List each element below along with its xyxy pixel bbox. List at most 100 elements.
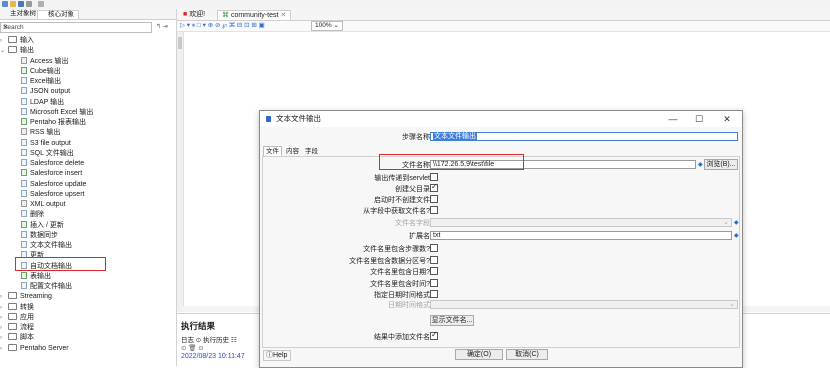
vertical-scrollbar[interactable]	[177, 32, 184, 312]
step-icon	[21, 128, 27, 136]
execution-tools[interactable]: ⊙ 🗑 ⊙	[181, 344, 204, 352]
tree-item[interactable]: 文本文件输出	[21, 241, 72, 251]
option-checkbox[interactable]	[430, 290, 438, 298]
option-checkbox[interactable]	[430, 267, 438, 275]
option-label: 文件名里包含日期?	[370, 269, 430, 276]
tab-content[interactable]: 内容	[286, 147, 299, 156]
tree-category[interactable]: › 脚本	[0, 333, 34, 343]
tree-item[interactable]: Salesforce update	[21, 179, 86, 190]
tab-fields[interactable]: 字段	[305, 147, 318, 156]
tree-item[interactable]: Salesforce delete	[21, 159, 84, 169]
tree-item[interactable]: 表输出	[21, 271, 51, 282]
tab-welcome[interactable]: ■ 欢迎!	[179, 10, 209, 19]
tab-core-objects[interactable]: 核心对象	[37, 10, 79, 19]
close-tab-icon[interactable]: ✕	[280, 12, 286, 19]
folder-icon	[8, 46, 17, 54]
tab-main-object-tree[interactable]: 主对象树	[0, 10, 40, 18]
tree-item[interactable]: XML output	[21, 200, 66, 210]
tree-label: JSON output	[30, 88, 71, 96]
step-icon	[21, 97, 27, 105]
scroll-thumb[interactable]	[178, 37, 182, 49]
maximize-button[interactable]: ☐	[688, 111, 710, 127]
run-controls-icon[interactable]: ▷ ▾ ⏸ □ ▾ ⊕ ⊘ ℘ ⌘ ⊟ ⊡ ⊞ ▣	[180, 21, 265, 30]
tree-category[interactable]: › 输入	[0, 36, 34, 46]
collapse-icon[interactable]: ›	[0, 344, 6, 354]
option-checkbox[interactable]	[430, 182, 438, 192]
tree-item[interactable]: Salesforce upsert	[21, 189, 85, 200]
tree-label: 删除	[30, 211, 44, 219]
left-panel: 主对象树 核心对象 Search ✕ ↰ ⇥ › 输入 ⌄ 输出 Access 输出 Cu…	[0, 9, 177, 366]
save-icon[interactable]	[18, 1, 24, 7]
tab-file[interactable]: 文件	[263, 146, 282, 156]
step-icon	[21, 169, 27, 177]
collapse-icon[interactable]: ›	[0, 36, 6, 46]
tree-item[interactable]: Pentaho 报表输出	[21, 118, 86, 128]
tree-item[interactable]: Cube输出	[21, 66, 61, 77]
option-label: 启动时不创建文件	[374, 197, 430, 204]
collapse-icon[interactable]: ›	[0, 313, 6, 323]
open-folder-icon[interactable]	[10, 1, 16, 7]
tree-item[interactable]: Access 输出	[21, 56, 69, 67]
tree-label: Pentaho Server	[20, 344, 69, 352]
tree-item[interactable]: Microsoft Excel 输出	[21, 107, 93, 118]
add-filenames-label: 结果中添加文件名	[374, 334, 430, 341]
tree-item[interactable]: LDAP 输出	[21, 97, 64, 108]
minimize-button[interactable]: —	[662, 111, 684, 127]
tree-category[interactable]: › Streaming	[0, 292, 52, 302]
search-input[interactable]: Search ✕	[0, 22, 152, 33]
tree-item[interactable]: JSON output	[21, 87, 70, 97]
perspective-icon[interactable]	[38, 1, 44, 7]
variable-icon-3: ◆	[734, 233, 739, 239]
option-checkbox[interactable]	[430, 195, 438, 203]
tree-item[interactable]: 数据同步	[21, 230, 58, 241]
filename-field-select[interactable]: ⌄	[430, 218, 732, 227]
option-checkbox[interactable]	[430, 255, 438, 264]
save-as-icon[interactable]	[26, 1, 32, 7]
dialog-titlebar: 文本文件输出 — ☐ ✕	[260, 111, 742, 127]
tree-item[interactable]: S3 file output	[21, 138, 71, 149]
tree-item[interactable]: SQL 文件输出	[21, 148, 74, 159]
browse-button[interactable]: 浏览(B)...	[704, 159, 738, 170]
cancel-button[interactable]: 取消(C)	[506, 349, 548, 360]
execution-results-title: 执行结果	[181, 321, 216, 331]
tree-item[interactable]: RSS 输出	[21, 128, 60, 138]
execution-tabs[interactable]: 日志 ⊙ 执行历史 ☷	[181, 334, 237, 344]
step-icon	[21, 230, 27, 238]
collapse-icon[interactable]: ›	[0, 323, 6, 333]
extension-input[interactable]: txt	[430, 231, 732, 240]
show-filename-button[interactable]: 显示文件名...	[430, 315, 474, 326]
text-file-output-dialog: 文本文件输出 — ☐ ✕ 步骤名称 文本文件输出 文件 内容 字段 文件名称 \…	[259, 110, 743, 368]
search-options-icon[interactable]: ↰ ⇥	[156, 23, 168, 30]
tree-category[interactable]: › 流程	[0, 323, 34, 333]
step-name-input[interactable]: 文本文件输出	[430, 132, 738, 141]
datetime-format-select[interactable]: ⌄	[430, 300, 738, 309]
collapse-icon[interactable]: ›	[0, 303, 6, 313]
tree-label: Salesforce upsert	[30, 190, 85, 198]
tree-item[interactable]: 配置文件输出	[21, 282, 72, 292]
step-icon	[21, 107, 27, 115]
tree-item[interactable]: Excel输出	[21, 77, 61, 87]
tree-category[interactable]: › 转换	[0, 302, 34, 313]
tree-category[interactable]: ⌄ 输出	[0, 46, 34, 56]
collapse-icon[interactable]: ›	[0, 292, 6, 302]
add-filenames-checkbox[interactable]	[430, 330, 438, 340]
option-checkbox[interactable]	[430, 278, 438, 287]
close-button[interactable]: ✕	[716, 111, 738, 127]
tree-category[interactable]: › Pentaho Server	[0, 343, 69, 354]
expand-icon[interactable]: ⌄	[0, 46, 6, 56]
tree-item[interactable]: 插入 / 更新	[21, 220, 64, 231]
tree-category[interactable]: › 应用	[0, 312, 34, 323]
option-checkbox[interactable]	[430, 173, 438, 181]
zoom-select[interactable]: 100% ⌄	[311, 21, 343, 31]
clear-search-icon[interactable]: ✕	[3, 23, 8, 32]
new-file-icon[interactable]	[2, 1, 8, 7]
option-checkbox[interactable]	[430, 244, 438, 252]
option-checkbox[interactable]	[430, 206, 438, 214]
help-button[interactable]: ⓘHelp	[263, 350, 291, 361]
tab-community-test[interactable]: ⌘ community-test ✕	[217, 10, 292, 20]
collapse-icon[interactable]: ›	[0, 333, 6, 343]
tree-item[interactable]: Salesforce insert	[21, 169, 82, 179]
tree-item[interactable]: 删除	[21, 210, 44, 220]
step-icon	[21, 56, 27, 64]
ok-button[interactable]: 确定(O)	[455, 349, 503, 360]
